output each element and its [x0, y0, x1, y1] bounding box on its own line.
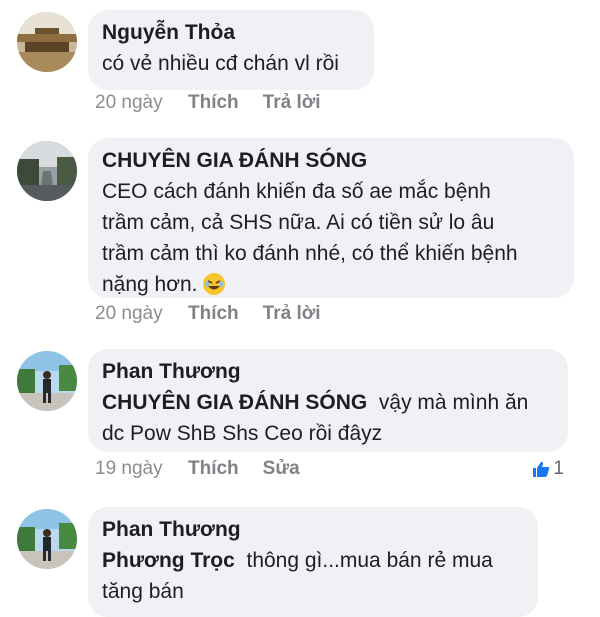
comment-text-line: tăng bán	[102, 580, 184, 603]
comment-text-line: trầm cảm thì ko đánh nhé, có thể khiến b…	[102, 242, 518, 265]
comment-time[interactable]: 20 ngày	[95, 303, 188, 325]
mention-link[interactable]: Phương Trọc	[102, 549, 235, 572]
comment-bubble: CHUYÊN GIA ĐÁNH SÓNG CEO cách đánh khiến…	[88, 138, 574, 298]
reply-action[interactable]: Trả lời	[263, 303, 321, 325]
avatar[interactable]	[17, 509, 77, 569]
comment-text-fragment: nặng hơn.	[102, 273, 198, 296]
comment-text-fragment: vậy mà mình ăn	[378, 391, 529, 414]
comment-actions: 19 ngày Thích Sửa	[95, 458, 324, 480]
comment-text-line: nặng hơn.	[102, 269, 560, 300]
like-action[interactable]: Thích	[188, 458, 239, 480]
comment-text-line: CHUYÊN GIA ĐÁNH SÓNG vậy mà mình ăn	[102, 387, 554, 418]
comment-text-line: trầm cảm, cả SHS nữa. Ai có tiền sử lo â…	[102, 211, 495, 234]
comment-time[interactable]: 19 ngày	[95, 458, 188, 480]
comment-text-line: CEO cách đánh khiến đa số ae mắc bệnh	[102, 180, 491, 203]
like-action[interactable]: Thích	[188, 303, 239, 325]
like-action[interactable]: Thích	[188, 92, 239, 114]
comment-bubble: Phan Thương Phương Trọc thông gì...mua b…	[88, 507, 538, 617]
comment-author[interactable]: Phan Thương	[102, 515, 524, 545]
comment-text-line: Phương Trọc thông gì...mua bán rẻ mua	[102, 545, 524, 576]
reaction-count-number: 1	[553, 458, 564, 479]
comment-text-fragment: thông gì...mua bán rẻ mua	[246, 549, 493, 572]
rolling-on-floor-laughing-emoji-icon	[203, 273, 226, 295]
comment-author[interactable]: Phan Thương	[102, 357, 554, 387]
comment-author[interactable]: CHUYÊN GIA ĐÁNH SÓNG	[102, 146, 560, 176]
thumbs-up-icon	[532, 460, 550, 478]
comment-actions: 20 ngày Thích Trả lời	[95, 303, 345, 325]
comment-bubble: Phan Thương CHUYÊN GIA ĐÁNH SÓNG vậy mà …	[88, 349, 568, 452]
comment-bubble: Nguyễn Thỏa có vẻ nhiều cđ chán vl rồi	[88, 10, 374, 90]
reply-action[interactable]: Trả lời	[263, 92, 321, 114]
comment-text: có vẻ nhiều cđ chán vl rồi	[102, 52, 339, 75]
edit-action[interactable]: Sửa	[263, 458, 300, 480]
comment-text-line: dc Pow ShB Shs Ceo rồi đâyz	[102, 422, 383, 445]
comment-actions: 20 ngày Thích Trả lời	[95, 92, 345, 114]
reaction-count[interactable]: 1	[532, 458, 564, 480]
avatar[interactable]	[17, 141, 77, 201]
mention-link[interactable]: CHUYÊN GIA ĐÁNH SÓNG	[102, 391, 367, 414]
comment-time[interactable]: 20 ngày	[95, 92, 188, 114]
avatar[interactable]	[17, 12, 77, 72]
comment-author[interactable]: Nguyễn Thỏa	[102, 18, 360, 48]
avatar[interactable]	[17, 351, 77, 411]
